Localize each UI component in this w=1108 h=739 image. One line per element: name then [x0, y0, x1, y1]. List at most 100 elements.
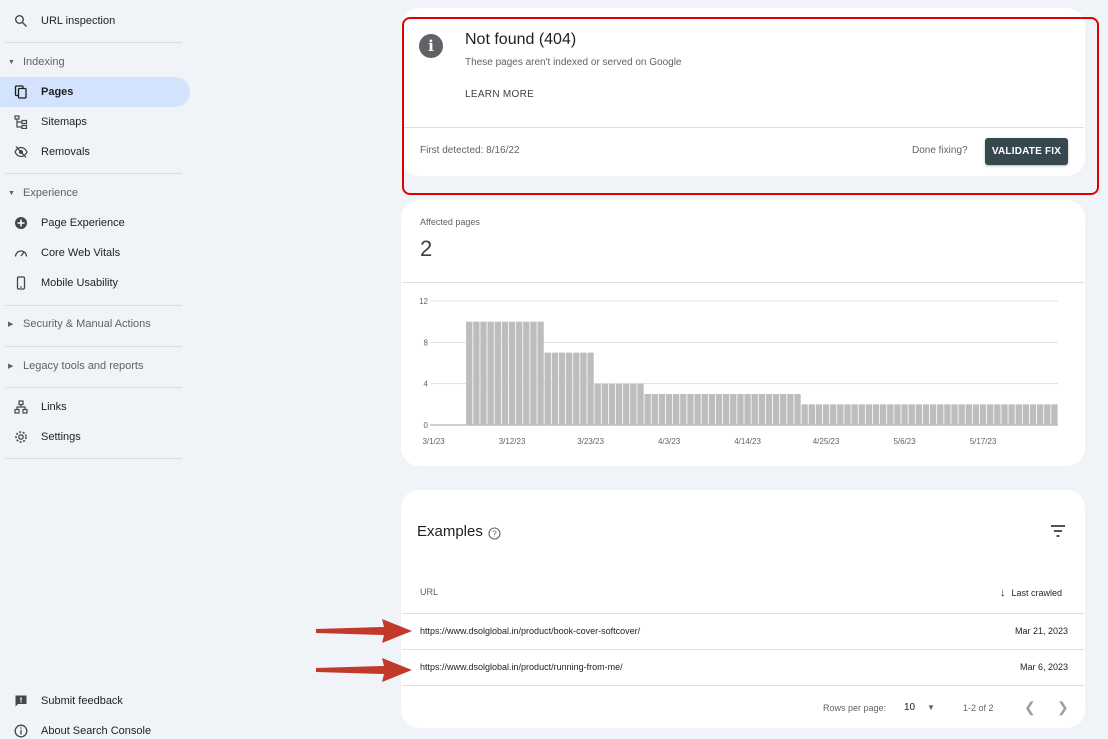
chart-bar[interactable] — [1008, 404, 1015, 425]
chart-bar[interactable] — [551, 352, 559, 425]
chart-bar[interactable] — [765, 394, 773, 425]
chart-bar[interactable] — [466, 321, 473, 425]
nav-submit-feedback[interactable]: Submit feedback — [0, 686, 190, 716]
chart-bar[interactable] — [487, 321, 494, 425]
chart-bar[interactable] — [979, 404, 987, 425]
nav-about[interactable]: About Search Console — [0, 716, 190, 739]
chart-bar[interactable] — [573, 352, 580, 425]
chart-bar[interactable] — [1029, 404, 1037, 425]
chart-bar[interactable] — [801, 404, 808, 425]
chart-bar[interactable] — [480, 321, 487, 425]
chart-bar[interactable] — [580, 352, 587, 425]
column-header-last-crawled[interactable]: ↓ Last crawled — [1000, 587, 1062, 599]
help-icon[interactable]: ? — [488, 527, 501, 540]
column-header-url[interactable]: URL — [420, 587, 438, 597]
chart-bar[interactable] — [808, 404, 815, 425]
chart-bar[interactable] — [537, 321, 544, 425]
chart-bar[interactable] — [830, 404, 837, 425]
chart-bar[interactable] — [901, 404, 908, 425]
chart-bar[interactable] — [815, 404, 823, 425]
chart-bar[interactable] — [937, 404, 944, 425]
section-security[interactable]: ▶ Security & Manual Actions — [0, 314, 190, 334]
nav-pages[interactable]: Pages — [0, 77, 190, 107]
section-indexing[interactable]: ▼ Indexing — [0, 52, 190, 72]
chart-bar[interactable] — [722, 394, 730, 425]
chart-bar[interactable] — [1051, 404, 1058, 425]
chart-bar[interactable] — [987, 404, 994, 425]
table-row-url[interactable]: https://www.dsolglobal.in/product/book-c… — [420, 626, 640, 636]
chart-bar[interactable] — [651, 394, 658, 425]
chart-bar[interactable] — [1022, 404, 1030, 425]
chart-bar[interactable] — [680, 394, 687, 425]
chart-bar[interactable] — [665, 394, 673, 425]
chart-bar[interactable] — [744, 394, 751, 425]
chart-bar[interactable] — [587, 352, 594, 425]
chart-bar[interactable] — [523, 321, 530, 425]
chart-bar[interactable] — [715, 394, 723, 425]
chart-bar[interactable] — [837, 404, 844, 425]
chart-bar[interactable] — [972, 404, 980, 425]
chart-bar[interactable] — [730, 394, 737, 425]
chart-bar[interactable] — [958, 404, 965, 425]
chart-bar[interactable] — [994, 404, 1001, 425]
chart-bar[interactable] — [644, 394, 651, 425]
chart-bar[interactable] — [851, 404, 858, 425]
chart-bar[interactable] — [737, 394, 744, 425]
chevron-right-icon[interactable]: ❯ — [1057, 699, 1069, 716]
section-legacy[interactable]: ▶ Legacy tools and reports — [0, 356, 190, 376]
dropdown-arrow-icon[interactable]: ▼ — [927, 703, 935, 712]
chart-bar[interactable] — [594, 383, 601, 425]
chart-bar[interactable] — [530, 321, 537, 425]
chart-bar[interactable] — [630, 383, 637, 425]
chevron-left-icon[interactable]: ❮ — [1024, 699, 1036, 716]
chart-bar[interactable] — [872, 404, 880, 425]
nav-url-inspection[interactable]: URL inspection — [0, 6, 190, 36]
chart-bar[interactable] — [1044, 404, 1051, 425]
chart-bar[interactable] — [915, 404, 923, 425]
chart-bar[interactable] — [858, 404, 865, 425]
chart-bar[interactable] — [929, 404, 937, 425]
chart-bar[interactable] — [623, 383, 630, 425]
chart-bar[interactable] — [1015, 404, 1022, 425]
chart-bar[interactable] — [673, 394, 680, 425]
chart-bar[interactable] — [922, 404, 930, 425]
chart-bar[interactable] — [1036, 404, 1044, 425]
chart-bar[interactable] — [780, 394, 787, 425]
chart-bar[interactable] — [608, 383, 616, 425]
rows-per-page-select[interactable]: 10 — [904, 702, 915, 713]
chart-bar[interactable] — [565, 352, 573, 425]
chart-bar[interactable] — [544, 352, 551, 425]
nav-settings[interactable]: Settings — [0, 422, 190, 452]
nav-page-experience[interactable]: Page Experience — [0, 208, 190, 238]
chart-bar[interactable] — [758, 394, 766, 425]
table-row-url[interactable]: https://www.dsolglobal.in/product/runnin… — [420, 662, 623, 672]
chart-bar[interactable] — [865, 404, 873, 425]
chart-bar[interactable] — [687, 394, 694, 425]
nav-core-web-vitals[interactable]: Core Web Vitals — [0, 238, 190, 268]
chart-bar[interactable] — [601, 383, 609, 425]
chart-bar[interactable] — [558, 352, 566, 425]
chart-bar[interactable] — [844, 404, 851, 425]
chart-bar[interactable] — [708, 394, 716, 425]
chart-bar[interactable] — [794, 394, 801, 425]
chart-bar[interactable] — [516, 321, 523, 425]
chart-bar[interactable] — [1001, 404, 1008, 425]
chart-bar[interactable] — [879, 404, 887, 425]
section-experience[interactable]: ▼ Experience — [0, 183, 190, 203]
chart-bar[interactable] — [751, 394, 758, 425]
chart-bar[interactable] — [787, 394, 794, 425]
chart-bar[interactable] — [822, 404, 830, 425]
nav-mobile-usability[interactable]: Mobile Usability — [0, 268, 190, 298]
chart-bar[interactable] — [658, 394, 666, 425]
chart-bar[interactable] — [944, 404, 951, 425]
chart-bar[interactable] — [772, 394, 780, 425]
nav-removals[interactable]: Removals — [0, 137, 190, 167]
chart-bar[interactable] — [694, 394, 701, 425]
chart-bar[interactable] — [908, 404, 915, 425]
nav-links[interactable]: Links — [0, 392, 190, 422]
filter-icon[interactable] — [1050, 524, 1066, 538]
chart-bar[interactable] — [637, 383, 644, 425]
chart-bar[interactable] — [887, 404, 894, 425]
chart-bar[interactable] — [473, 321, 480, 425]
chart-bar[interactable] — [965, 404, 972, 425]
